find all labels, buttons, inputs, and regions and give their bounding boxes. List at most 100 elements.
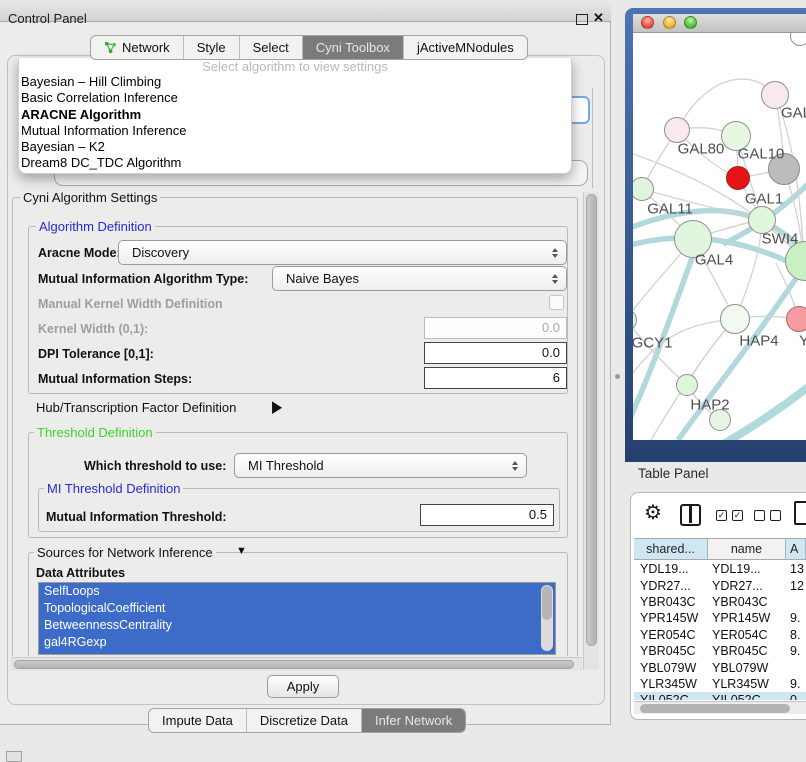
data-attribute-item[interactable]: gal4RGexp xyxy=(39,634,555,651)
table-row[interactable]: YBR045C YBR045C 9. xyxy=(634,643,806,659)
table-body: YDL19... YDL19... 13 YDR27... YDR27... 1… xyxy=(634,561,806,700)
network-icon xyxy=(104,41,117,54)
collapse-arrow-icon[interactable]: ▼ xyxy=(236,545,247,557)
which-threshold-value: MI Threshold xyxy=(235,458,506,473)
cell-value: 13 xyxy=(786,562,806,576)
dropdown-header: Select algorithm to view settings xyxy=(19,59,571,74)
stepper-icon xyxy=(546,274,564,284)
close-window-icon[interactable] xyxy=(641,16,654,29)
gear-icon[interactable]: ⚙ xyxy=(644,502,662,524)
table-row[interactable]: YDL19... YDL19... 13 xyxy=(634,561,806,577)
network-node-label: GAL11 xyxy=(647,201,693,218)
tab-discretize-data[interactable]: Discretize Data xyxy=(246,709,361,732)
cell-shared-name: YBR043C xyxy=(634,595,708,609)
cell-name: YBL079W xyxy=(708,661,786,675)
algorithm-list-item[interactable]: ARACNE Algorithm xyxy=(19,107,571,123)
dpi-tolerance-input[interactable]: 0.0 xyxy=(424,342,567,364)
cell-name: YIL052C xyxy=(708,693,786,700)
network-canvas[interactable]: GALGAL80GAL10GAL1GAL11SWI4GAL4GCY1HAP4YH… xyxy=(633,33,806,440)
which-threshold-combo[interactable]: MI Threshold xyxy=(234,453,527,478)
mi-threshold-input[interactable]: 0.5 xyxy=(420,504,554,526)
data-attributes-label: Data Attributes xyxy=(36,566,125,580)
table-horizontal-scrollbar-thumb[interactable] xyxy=(640,704,790,713)
network-node-label: GAL xyxy=(781,105,806,122)
checked-checkbox-icon: ✓ xyxy=(732,510,743,521)
network-node-label: GAL80 xyxy=(678,141,725,158)
network-node[interactable] xyxy=(726,166,750,190)
tab-discretize-data-label: Discretize Data xyxy=(260,713,348,728)
tab-network-label: Network xyxy=(122,40,170,55)
dpi-tolerance-label: DPI Tolerance [0,1]: xyxy=(38,347,154,361)
column-header-shared-name[interactable]: shared... xyxy=(634,539,708,559)
network-node[interactable] xyxy=(720,304,750,334)
cell-value: 8. xyxy=(786,628,806,642)
tab-network[interactable]: Network xyxy=(91,36,183,59)
tab-impute-data[interactable]: Impute Data xyxy=(149,709,246,732)
algorithm-list-item[interactable]: Bayesian – K2 xyxy=(19,139,571,155)
cell-value: 0. xyxy=(786,693,806,700)
table-row[interactable]: YER054C YER054C 8. xyxy=(634,627,806,643)
apply-button[interactable]: Apply xyxy=(267,675,339,698)
new-table-icon[interactable] xyxy=(794,501,806,525)
control-panel-titlebar[interactable] xyxy=(0,0,611,22)
tab-select[interactable]: Select xyxy=(239,36,302,59)
network-node-label: HAP4 xyxy=(739,333,778,350)
network-node[interactable] xyxy=(786,306,806,332)
table-header-row: shared... name A xyxy=(634,538,806,560)
aracne-mode-combo[interactable]: Discovery xyxy=(118,240,567,265)
minimized-panel-icon[interactable] xyxy=(6,751,22,762)
panel-splitter-handle[interactable] xyxy=(615,374,620,379)
aracne-mode-value: Discovery xyxy=(119,245,546,260)
column-header-partial[interactable]: A xyxy=(786,539,806,559)
kernel-width-input[interactable]: 0.0 xyxy=(424,317,567,339)
table-row[interactable]: YPR145W YPR145W 9. xyxy=(634,610,806,626)
mi-steps-input[interactable]: 6 xyxy=(424,367,567,389)
table-row[interactable]: YBL079W YBL079W xyxy=(634,659,806,675)
tab-infer-network[interactable]: Infer Network xyxy=(361,709,465,732)
manual-kernel-checkbox[interactable] xyxy=(549,295,564,310)
data-attribute-item[interactable]: BetweennessCentrality xyxy=(39,617,555,634)
algorithm-list-item[interactable]: Dream8 DC_TDC Algorithm xyxy=(19,155,571,171)
column-layout-icon[interactable] xyxy=(680,504,701,526)
which-threshold-label: Which threshold to use: xyxy=(84,459,226,473)
network-node[interactable] xyxy=(664,117,690,143)
table-row[interactable]: YBR043C YBR043C xyxy=(634,594,806,610)
tab-cyni-toolbox-label: Cyni Toolbox xyxy=(316,40,390,55)
cell-shared-name: YIL052C xyxy=(634,693,708,700)
network-node[interactable] xyxy=(676,374,698,396)
network-node-label: GAL10 xyxy=(738,146,785,163)
attributes-scrollbar-thumb[interactable] xyxy=(542,586,552,620)
cell-shared-name: YER054C xyxy=(634,628,708,642)
settings-horizontal-scrollbar-thumb[interactable] xyxy=(14,660,574,669)
algorithm-list-item[interactable]: Bayesian – Hill Climbing xyxy=(19,74,571,90)
select-all-icon[interactable]: ✓ ✓ xyxy=(716,510,743,521)
data-attribute-item[interactable]: TopologicalCoefficient xyxy=(39,600,555,617)
algorithm-list-item[interactable]: Basic Correlation Inference xyxy=(19,90,571,106)
deselect-all-icon[interactable] xyxy=(754,510,781,521)
algorithm-list-item[interactable]: Mutual Information Inference xyxy=(19,123,571,139)
close-icon[interactable]: ✕ xyxy=(593,10,604,26)
float-window-icon[interactable] xyxy=(576,14,588,25)
cell-shared-name: YBL079W xyxy=(634,661,708,675)
mi-type-combo[interactable]: Naive Bayes xyxy=(272,266,567,291)
zoom-window-icon[interactable] xyxy=(684,16,697,29)
mi-threshold-label: Mutual Information Threshold: xyxy=(46,510,227,524)
table-row[interactable]: YIL052C YIL052C 0. xyxy=(634,692,806,700)
checked-checkbox-icon: ✓ xyxy=(716,510,727,521)
cell-value: 12 xyxy=(786,579,806,593)
table-row[interactable]: YDR27... YDR27... 12 xyxy=(634,577,806,593)
tab-cyni-toolbox[interactable]: Cyni Toolbox xyxy=(302,36,403,59)
expand-arrow-icon[interactable]: ▶ xyxy=(272,397,282,417)
data-attribute-item[interactable]: SelfLoops xyxy=(39,583,555,600)
table-row[interactable]: YLR345W YLR345W 9. xyxy=(634,676,806,692)
column-header-name[interactable]: name xyxy=(708,539,786,559)
data-attributes-list: SelfLoopsTopologicalCoefficientBetweenne… xyxy=(38,582,556,655)
tab-style[interactable]: Style xyxy=(183,36,239,59)
network-window-titlebar[interactable] xyxy=(633,14,806,33)
settings-vertical-scrollbar-thumb[interactable] xyxy=(586,194,597,646)
unchecked-checkbox-icon xyxy=(770,510,781,521)
minimize-window-icon[interactable] xyxy=(663,16,676,29)
cell-name: YBR045C xyxy=(708,644,786,658)
tab-jactivemnodules[interactable]: jActiveMNodules xyxy=(403,36,527,59)
algorithm-definition-title: Algorithm Definition xyxy=(36,220,155,233)
